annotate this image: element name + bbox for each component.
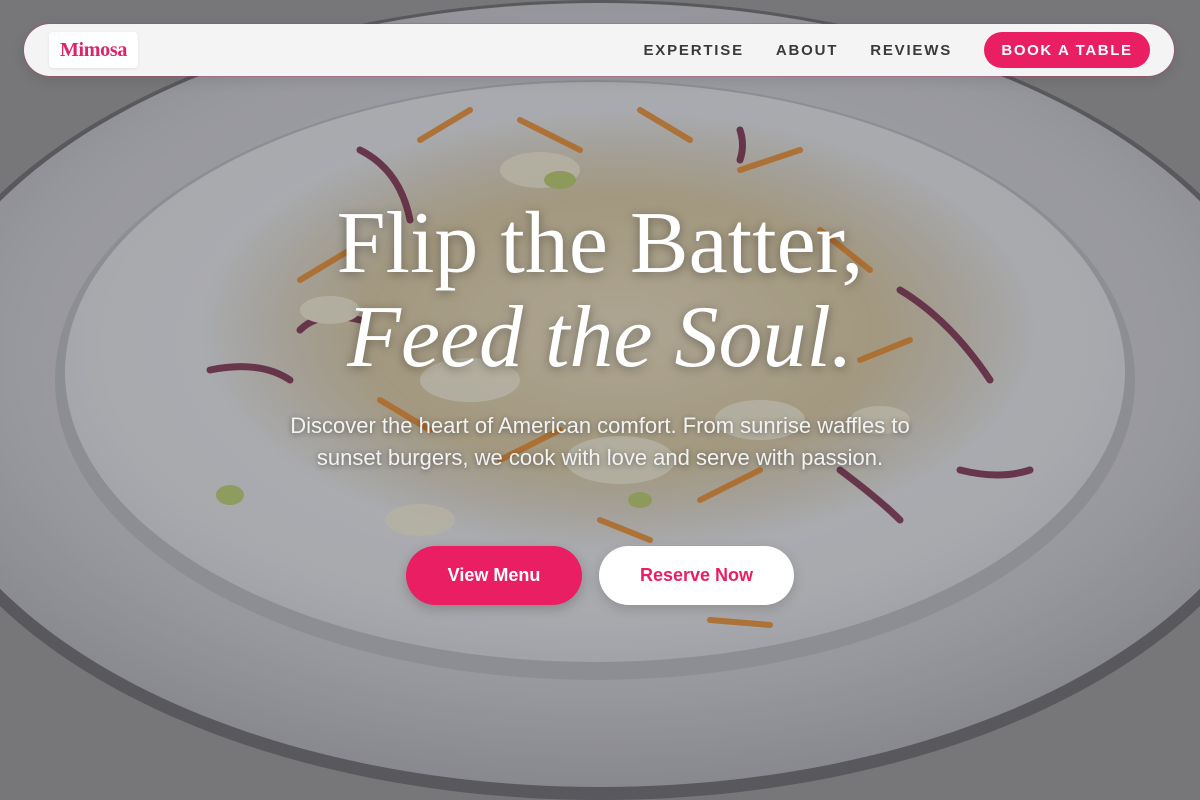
hero-title: Flip the Batter, Feed the Soul. xyxy=(0,198,1200,386)
hero-actions: View Menu Reserve Now xyxy=(0,546,1200,605)
hero-title-line1: Flip the Batter, xyxy=(336,195,864,292)
hero-subtitle: Discover the heart of American comfort. … xyxy=(290,413,910,470)
nav-links: EXPERTISE ABOUT REVIEWS xyxy=(643,24,952,76)
nav-link-about[interactable]: ABOUT xyxy=(776,42,838,59)
reserve-now-button[interactable]: Reserve Now xyxy=(599,546,794,605)
book-a-table-button[interactable]: BOOK A TABLE xyxy=(984,32,1150,68)
nav-link-reviews[interactable]: REVIEWS xyxy=(870,42,952,59)
view-menu-button[interactable]: View Menu xyxy=(406,546,582,605)
top-navbar: Mimosa EXPERTISE ABOUT REVIEWS BOOK A TA… xyxy=(24,24,1174,76)
nav-link-expertise[interactable]: EXPERTISE xyxy=(643,42,743,59)
hero-title-line2: Feed the Soul. xyxy=(347,289,853,386)
brand-logo[interactable]: Mimosa xyxy=(49,32,138,68)
hero-dim-overlay xyxy=(0,0,1200,800)
